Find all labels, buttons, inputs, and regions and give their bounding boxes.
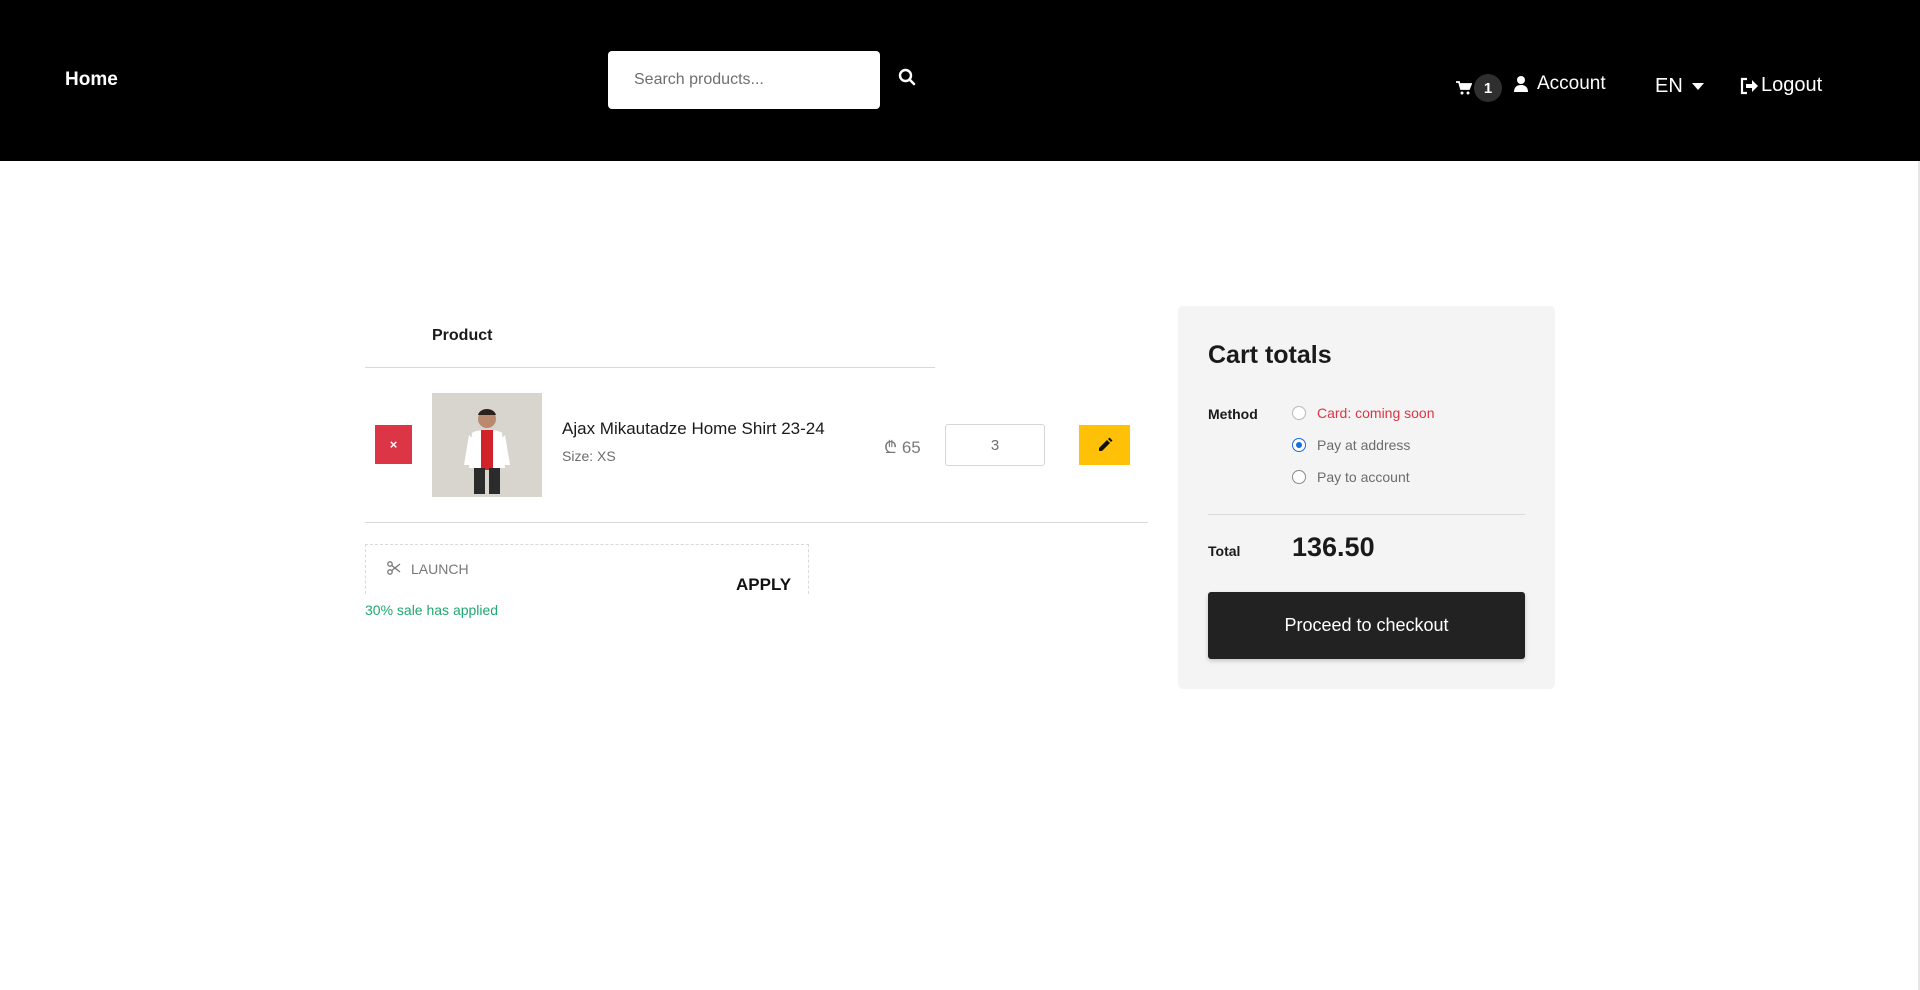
radio-button[interactable] [1292,470,1306,484]
remove-item-button[interactable]: × [375,425,412,464]
quantity-input[interactable] [945,424,1045,466]
payment-option-label: Card: coming soon [1317,405,1435,421]
language-label: EN [1655,75,1683,97]
scissors-icon [387,561,401,580]
site-header: Home 1 Account EN Logout [0,0,1920,161]
cart-icon [1456,81,1472,95]
coupon-success-message: 30% sale has applied [365,602,499,618]
account-link[interactable]: Account [1514,73,1606,95]
total-amount: 136.50 [1292,532,1375,562]
coupon-code-input[interactable] [411,556,691,582]
search-input[interactable] [608,51,880,109]
radio-button[interactable] [1292,406,1306,420]
nav-home-link[interactable]: Home [65,69,118,91]
total-label: Total [1208,543,1241,559]
coupon-form: APPLY [365,544,809,594]
product-column-header: Product [432,327,493,344]
logout-icon [1740,77,1758,94]
apply-coupon-button[interactable]: APPLY [736,575,791,595]
cart-count-badge: 1 [1474,74,1502,102]
proceed-to-checkout-button[interactable]: Proceed to checkout [1208,592,1525,659]
cart-totals-panel: Cart totals Method Card: coming soon Pay… [1178,306,1555,689]
account-label: Account [1537,73,1606,94]
product-name[interactable]: Ajax Mikautadze Home Shirt 23-24 [562,419,825,439]
radio-button-checked[interactable] [1292,438,1306,452]
payment-option-address[interactable]: Pay at address [1292,437,1410,453]
divider [365,522,1148,523]
product-price: ₾ 65 [884,438,921,457]
user-icon [1514,76,1528,92]
pencil-icon [1098,437,1112,451]
payment-option-label: Pay at address [1317,437,1411,453]
payment-method-label: Method [1208,406,1258,422]
product-image [432,393,542,497]
search-icon[interactable] [898,68,920,90]
divider [365,367,935,368]
edit-item-button[interactable] [1079,425,1130,465]
caret-down-icon [1691,83,1704,90]
cart-totals-title: Cart totals [1208,341,1332,369]
logout-link[interactable]: Logout [1739,74,1822,97]
payment-option-card[interactable]: Card: coming soon [1292,405,1435,421]
product-size: Size: XS [562,448,616,464]
logout-label: Logout [1761,74,1823,96]
payment-option-label: Pay to account [1317,469,1410,485]
divider [1208,514,1525,515]
language-dropdown[interactable]: EN [1655,75,1704,98]
payment-option-account[interactable]: Pay to account [1292,469,1410,485]
cart-button[interactable]: 1 [1456,74,1502,102]
